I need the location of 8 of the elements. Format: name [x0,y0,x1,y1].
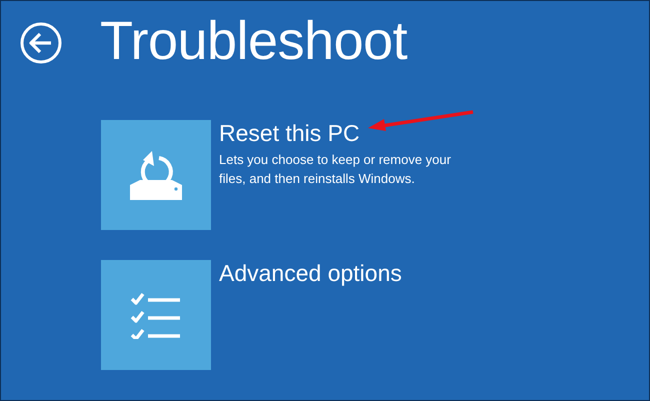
option-title[interactable]: Reset this PC [219,120,454,146]
option-title[interactable]: Advanced options [219,260,402,286]
page-title: Troubleshoot [100,14,408,68]
option-tile[interactable] [101,260,211,370]
option-description: Lets you choose to keep or remove your files, and then reinstalls Windows. [219,151,452,188]
back-icon[interactable] [20,22,62,64]
option-tile[interactable] [101,120,211,230]
checklist-icon [130,291,182,339]
